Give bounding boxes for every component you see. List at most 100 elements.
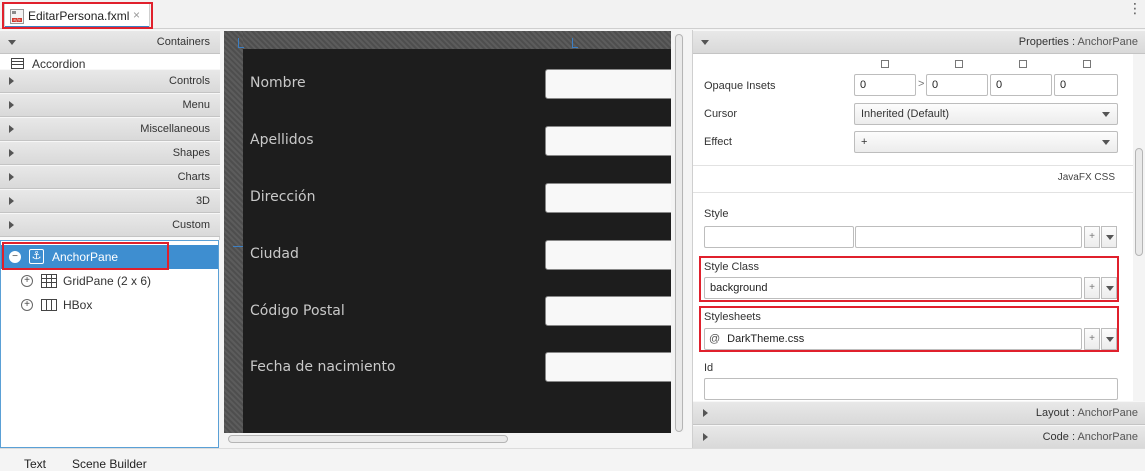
inspector-vertical-scrollbar[interactable] (1133, 54, 1145, 401)
collapse-icon[interactable]: − (9, 251, 21, 263)
close-tab-icon[interactable]: × (133, 8, 140, 22)
style-class-add-button[interactable]: + (1084, 277, 1100, 299)
stylesheets-label: Stylesheets (704, 311, 761, 323)
id-field[interactable] (704, 378, 1118, 400)
id-label: Id (704, 362, 714, 374)
active-tab-indicator (5, 26, 149, 28)
library-category-charts[interactable]: Charts (0, 165, 220, 189)
style-class-label: Style Class (704, 261, 760, 273)
layout-section-header[interactable]: Layout : AnchorPane (693, 401, 1145, 425)
form-label-codigo-postal[interactable]: Código Postal (250, 303, 345, 319)
tab-overflow-menu-icon[interactable]: ⋮ (1128, 1, 1142, 22)
expand-icon[interactable]: + (21, 299, 33, 311)
stylesheets-menu-button[interactable] (1101, 328, 1117, 350)
tree-item-label: HBox (63, 298, 93, 312)
properties-header-label: Properties : AnchorPane (1018, 36, 1138, 48)
opaque-insets-top-field[interactable]: 0 (854, 74, 916, 96)
fxml-file-icon: </> (10, 9, 24, 24)
form-label-nombre[interactable]: Nombre (250, 75, 306, 91)
cursor-select-value: Inherited (Default) (861, 108, 950, 120)
code-header-label: Code : AnchorPane (1042, 431, 1138, 443)
hierarchy-panel: − ⚓ AnchorPane + GridPane (2 x 6) + HBox (0, 240, 219, 448)
form-field-nombre[interactable] (545, 69, 671, 99)
anchor-guide-marker (233, 246, 243, 247)
tree-item-gridpane[interactable]: + GridPane (2 x 6) (1, 269, 218, 293)
canvas-ruler-top (224, 31, 671, 50)
style-add-button[interactable]: + (1084, 226, 1100, 248)
library-category-containers[interactable]: Containers (0, 30, 220, 54)
chevron-down-icon (1102, 140, 1110, 145)
library-category-label: Controls (169, 75, 210, 87)
chevron-right-icon (9, 221, 14, 229)
style-class-menu-button[interactable] (1101, 277, 1117, 299)
document-tab[interactable]: </> EditarPersona.fxml × (4, 3, 150, 28)
opaque-insets-bottom-field[interactable]: 0 (990, 74, 1052, 96)
canvas-horizontal-scrollbar[interactable] (226, 434, 671, 444)
inset-lock-checkbox[interactable] (1083, 60, 1091, 68)
style-property-field[interactable] (704, 226, 854, 248)
scrollbar-thumb[interactable] (675, 34, 683, 432)
editor-mode-tabs: Text Scene Builder (0, 448, 1145, 471)
chevron-right-icon (9, 197, 14, 205)
expand-icon[interactable]: + (21, 275, 33, 287)
chevron-right-icon (9, 173, 14, 181)
document-tab-bar: </> EditarPersona.fxml × ⋮ (0, 0, 1145, 29)
stylesheets-add-button[interactable]: + (1084, 328, 1100, 350)
library-category-miscellaneous[interactable]: Miscellaneous (0, 117, 220, 141)
form-label-apellidos[interactable]: Apellidos (250, 132, 314, 148)
library-category-label: Charts (177, 171, 210, 183)
style-class-field[interactable]: background (704, 277, 1082, 299)
form-field-direccion[interactable] (545, 183, 671, 213)
link-insets-icon[interactable]: > (918, 78, 924, 90)
library-category-menu[interactable]: Menu (0, 93, 220, 117)
design-pane-anchorpane[interactable]: Nombre Apellidos Dirección Ciudad Código… (243, 49, 671, 433)
style-menu-button[interactable] (1101, 226, 1117, 248)
form-field-apellidos[interactable] (545, 126, 671, 156)
chevron-down-icon (1106, 286, 1114, 291)
stylesheets-value: DarkTheme.css (727, 333, 805, 345)
form-field-fecha-nacimiento[interactable] (545, 352, 671, 382)
library-item-accordion[interactable]: Accordion (0, 54, 220, 70)
tree-item-anchorpane[interactable]: − ⚓ AnchorPane (1, 245, 218, 269)
effect-select[interactable]: + (854, 131, 1118, 153)
hbox-icon (41, 299, 57, 311)
inset-lock-checkbox[interactable] (881, 60, 889, 68)
effect-select-value: + (861, 136, 868, 148)
stylesheets-field[interactable]: @ DarkTheme.css (704, 328, 1082, 350)
chevron-right-icon (9, 101, 14, 109)
tree-item-label: AnchorPane (52, 250, 119, 264)
library-category-controls[interactable]: Controls (0, 69, 220, 93)
properties-section-header[interactable]: Properties : AnchorPane (693, 30, 1145, 54)
library-category-3d[interactable]: 3D (0, 189, 220, 213)
inset-lock-checkbox[interactable] (955, 60, 963, 68)
chevron-down-icon (1106, 337, 1114, 342)
chevron-right-icon (9, 77, 14, 85)
chevron-right-icon (703, 433, 708, 441)
canvas-vertical-scrollbar[interactable] (674, 34, 684, 432)
at-icon: @ (709, 333, 721, 345)
opaque-insets-left-field[interactable]: 0 (1054, 74, 1118, 96)
inspector-panel: Properties : AnchorPane Opaque Insets 0 … (692, 30, 1145, 449)
library-category-label: 3D (195, 195, 210, 207)
section-divider (693, 192, 1133, 193)
library-panel: Containers Accordion Controls Menu Misce… (0, 30, 220, 240)
form-field-ciudad[interactable] (545, 240, 671, 270)
section-divider (693, 165, 1133, 166)
svg-text:</>: </> (13, 17, 21, 22)
form-label-ciudad[interactable]: Ciudad (250, 246, 299, 262)
style-label: Style (704, 208, 729, 220)
library-category-shapes[interactable]: Shapes (0, 141, 220, 165)
cursor-select[interactable]: Inherited (Default) (854, 103, 1118, 125)
library-category-label: Shapes (172, 147, 210, 159)
form-field-codigo-postal[interactable] (545, 296, 671, 326)
form-label-direccion[interactable]: Dirección (250, 189, 315, 205)
opaque-insets-right-field[interactable]: 0 (926, 74, 988, 96)
code-section-header[interactable]: Code : AnchorPane (693, 425, 1145, 449)
style-value-field[interactable] (855, 226, 1082, 248)
scrollbar-thumb[interactable] (1135, 148, 1143, 256)
scrollbar-thumb[interactable] (228, 435, 508, 443)
form-label-fecha-nacimiento[interactable]: Fecha de nacimiento (250, 359, 396, 375)
inset-lock-checkbox[interactable] (1019, 60, 1027, 68)
library-category-custom[interactable]: Custom (0, 213, 220, 237)
tree-item-hbox[interactable]: + HBox (1, 293, 218, 317)
